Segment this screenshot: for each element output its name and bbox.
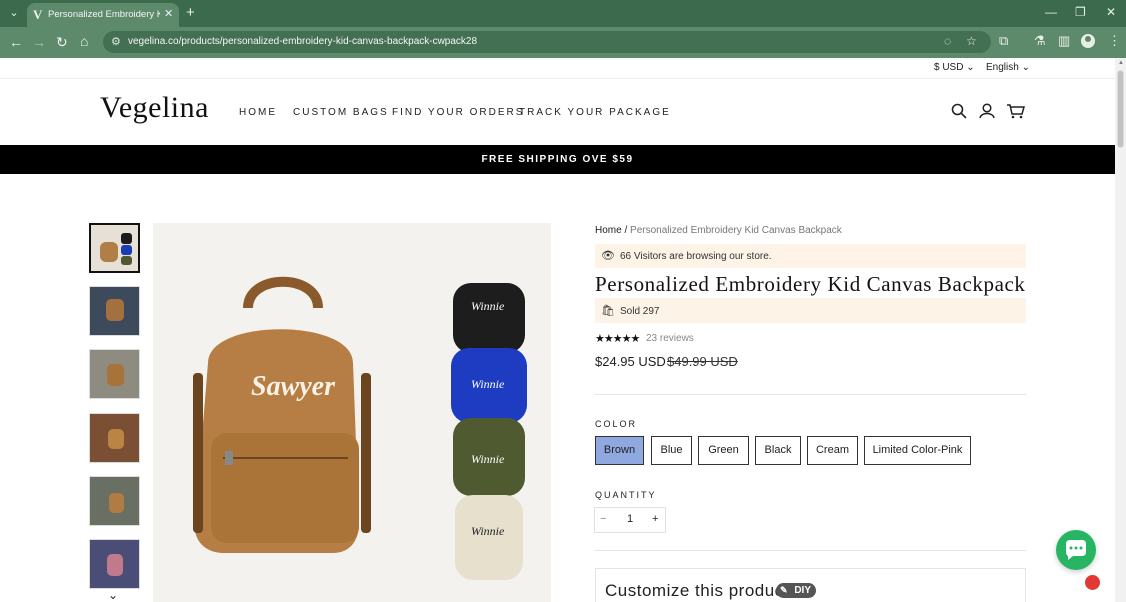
thumbnail-3[interactable]	[89, 349, 140, 399]
site-logo[interactable]: Vegelina	[100, 91, 209, 125]
color-option-blue[interactable]: Blue	[651, 436, 692, 465]
breadcrumb-home[interactable]: Home	[595, 225, 622, 236]
sale-price: $24.95 USD	[595, 354, 666, 369]
home-icon[interactable]: ⌂	[80, 33, 88, 49]
thumbnail-5[interactable]	[89, 476, 140, 526]
currency-selector[interactable]: $ USD ⌄	[934, 62, 975, 73]
eye-slash-icon[interactable]: ◌	[944, 34, 951, 48]
compare-price: $49.99 USD	[667, 354, 738, 369]
web-page: $ USD ⌄ English ⌄ Vegelina HOME CUSTOM B…	[0, 58, 1115, 602]
quantity-minus-button[interactable]: −	[600, 513, 606, 525]
diy-pencil-icon: ✎	[780, 585, 788, 595]
nav-custom-bags[interactable]: CUSTOM BAGS	[293, 107, 389, 118]
site-favicon-icon: V	[33, 7, 43, 22]
reviews-link[interactable]: 23 reviews	[646, 333, 694, 344]
menu-kebab-icon[interactable]: ⋮	[1108, 33, 1121, 49]
hero-thumb-text-1: Winnie	[471, 299, 505, 313]
sidebar-icon[interactable]: ▥	[1058, 33, 1070, 49]
scroll-up-icon[interactable]: ▲	[1118, 60, 1124, 66]
forward-icon[interactable]: →	[32, 34, 46, 50]
breadcrumb-current: Personalized Embroidery Kid Canvas Backp…	[630, 225, 842, 236]
customize-title: Customize this product	[605, 581, 789, 600]
quantity-input[interactable]: 1	[627, 513, 633, 525]
nav-home[interactable]: HOME	[239, 107, 277, 118]
browser-tab[interactable]: V Personalized Embroidery Kid Ca ✕	[27, 3, 179, 27]
color-option-cream[interactable]: Cream	[807, 436, 858, 465]
rating-stars[interactable]: ★★★★★	[595, 332, 640, 345]
reload-icon[interactable]: ↻	[56, 34, 68, 51]
quantity-label: QUANTITY	[595, 490, 657, 500]
browser-tab-strip: ⌄ V Personalized Embroidery Kid Ca ✕ + —…	[0, 0, 1126, 27]
thumbnails-down-chevron-icon[interactable]: ⌄	[108, 588, 118, 602]
color-option-black[interactable]: Black	[755, 436, 801, 465]
account-icon[interactable]	[979, 103, 995, 119]
quantity-plus-button[interactable]: +	[652, 513, 658, 525]
tab-close-icon[interactable]: ✕	[164, 7, 173, 20]
scrollbar-thumb[interactable]	[1117, 70, 1124, 148]
divider	[595, 550, 1026, 551]
sold-count: Sold 297	[620, 306, 660, 317]
back-icon[interactable]: ←	[9, 34, 23, 50]
product-title: Personalized Embroidery Kid Canvas Backp…	[595, 272, 1026, 296]
visitors-banner: 👁 66 Visitors are browsing our store.	[595, 244, 1026, 268]
color-option-brown[interactable]: Brown	[595, 436, 644, 465]
product-main-image[interactable]: Sawyer Winnie Winnie Winnie Winnie	[153, 223, 551, 602]
chat-bubble-icon	[1066, 540, 1086, 560]
announcement-bar: FREE SHIPPING OVE $59	[0, 145, 1115, 174]
profile-avatar[interactable]	[1081, 34, 1095, 48]
thumbnail-4[interactable]	[89, 413, 140, 463]
address-bar[interactable]: ⚙ vegelina.co/products/personalized-embr…	[103, 31, 991, 53]
diy-badge: ✎ DIY	[776, 583, 816, 598]
hero-thumb-text-3: Winnie	[471, 452, 505, 466]
minimize-icon[interactable]: —	[1045, 5, 1057, 19]
header-divider	[0, 78, 1115, 79]
breadcrumb: Home / Personalized Embroidery Kid Canva…	[595, 225, 842, 236]
nav-find-orders[interactable]: FIND YOUR ORDERS	[392, 107, 524, 118]
visitors-text: 66 Visitors are browsing our store.	[620, 251, 772, 262]
nav-track-package[interactable]: TRACK YOUR PACKAGE	[519, 107, 671, 118]
restore-icon[interactable]: ❐	[1075, 5, 1086, 19]
color-label: COLOR	[595, 419, 638, 429]
labs-icon[interactable]: ⚗	[1034, 33, 1046, 49]
thumbnail-1[interactable]	[89, 223, 140, 273]
hero-thumb-text-4: Winnie	[471, 524, 505, 538]
hero-thumb-text-2: Winnie	[471, 377, 505, 391]
hero-embroidery-text: Sawyer	[251, 371, 336, 402]
chat-widget-button[interactable]	[1056, 530, 1096, 570]
divider	[595, 394, 1026, 395]
new-tab-icon[interactable]: +	[186, 4, 195, 21]
sold-banner: 🛍 Sold 297	[595, 298, 1026, 323]
thumbnail-2[interactable]	[89, 286, 140, 336]
url-text: vegelina.co/products/personalized-embroi…	[128, 36, 478, 47]
extensions-icon[interactable]: ⧉	[999, 33, 1008, 49]
color-option-limited-pink[interactable]: Limited Color-Pink	[864, 436, 971, 465]
site-info-icon[interactable]: ⚙	[111, 35, 121, 48]
tab-search-chevron-icon[interactable]: ⌄	[6, 5, 22, 21]
color-option-green[interactable]: Green	[698, 436, 749, 465]
window-close-icon[interactable]: ✕	[1106, 5, 1116, 19]
diy-badge-text: DIY	[794, 585, 811, 596]
breadcrumb-separator: /	[624, 225, 628, 236]
search-icon[interactable]	[951, 103, 967, 119]
notification-badge-icon[interactable]	[1085, 575, 1100, 590]
thumbnail-6[interactable]	[89, 539, 140, 589]
cart-icon[interactable]	[1006, 103, 1025, 119]
bag-icon: 🛍	[601, 305, 615, 317]
language-selector[interactable]: English ⌄	[986, 62, 1030, 73]
page-scrollbar[interactable]: ▲	[1115, 58, 1126, 602]
bookmark-star-icon[interactable]: ☆	[966, 34, 977, 48]
eye-icon: 👁	[601, 250, 615, 262]
tab-title: Personalized Embroidery Kid Ca	[48, 9, 160, 20]
